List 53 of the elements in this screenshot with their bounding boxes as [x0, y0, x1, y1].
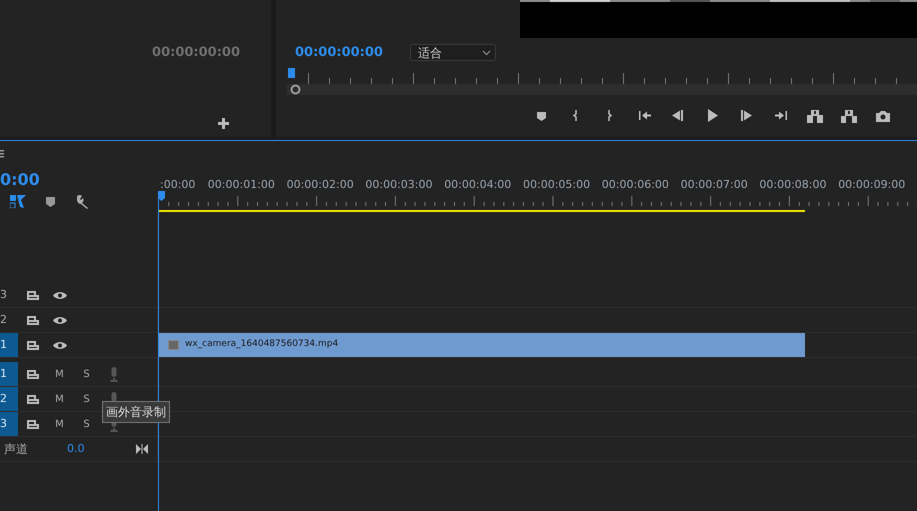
- mute-button[interactable]: M: [46, 416, 73, 432]
- mute-button[interactable]: M: [46, 366, 73, 382]
- track-label[interactable]: 2: [0, 308, 18, 332]
- time-label: 00:00:02:00: [286, 177, 354, 193]
- time-label: 00:00:06:00: [602, 177, 669, 193]
- sync-lock-icon[interactable]: [26, 418, 39, 430]
- solo-button[interactable]: S: [73, 391, 100, 407]
- time-label: 00:00:04:00: [444, 177, 512, 193]
- lift-icon[interactable]: [807, 108, 823, 124]
- sync-lock-icon[interactable]: [26, 314, 39, 326]
- snap-icon[interactable]: [10, 195, 26, 208]
- tooltip: 画外音录制: [102, 401, 170, 423]
- sync-lock-icon[interactable]: [26, 340, 39, 350]
- track-label[interactable]: 3: [0, 412, 18, 436]
- zoom-dropdown[interactable]: 适合: [410, 44, 496, 62]
- add-icon[interactable]: [218, 118, 228, 129]
- time-label: 00:00:07:00: [680, 177, 748, 193]
- zoom-handle-icon[interactable]: [290, 84, 301, 95]
- volume-value[interactable]: 0.0: [67, 440, 84, 458]
- track-label[interactable]: 3: [0, 283, 18, 307]
- sync-lock-icon[interactable]: [26, 394, 39, 404]
- clip-name: wx_camera_1640487560734.mp4: [185, 338, 338, 352]
- eye-icon[interactable]: [52, 316, 66, 324]
- extract-icon[interactable]: [841, 108, 857, 124]
- track-label[interactable]: 1: [0, 362, 18, 386]
- marker-icon[interactable]: [46, 196, 55, 206]
- program-timecode: 00:00:00:00: [295, 44, 383, 62]
- track-label[interactable]: 2: [0, 387, 18, 411]
- source-timecode: 00:00:00:00: [152, 44, 240, 62]
- time-label: 00:00:08:00: [759, 177, 826, 193]
- eye-icon[interactable]: [52, 290, 66, 300]
- eye-icon[interactable]: [52, 340, 66, 350]
- time-label: :00:00: [160, 177, 196, 193]
- time-label: 00:00:01:00: [208, 177, 275, 193]
- playhead-icon[interactable]: [158, 191, 165, 201]
- track-name: 声道: [4, 441, 28, 458]
- camera-icon[interactable]: [875, 108, 891, 124]
- sync-lock-icon[interactable]: [26, 290, 39, 300]
- time-label: 00:00:03:00: [365, 177, 432, 193]
- mute-button[interactable]: M: [46, 391, 73, 407]
- time-label: 00:00:09:00: [838, 177, 906, 193]
- time-label: 00:00:05:00: [523, 177, 590, 193]
- caret-icon: [482, 50, 491, 56]
- wrench-icon[interactable]: [75, 194, 90, 209]
- solo-button[interactable]: S: [73, 416, 100, 432]
- video-clip[interactable]: wx_camera_1640487560734.mp4: [158, 333, 805, 357]
- sync-lock-icon[interactable]: [26, 368, 39, 380]
- collapse-icon[interactable]: [136, 444, 148, 454]
- fx-icon: [168, 340, 179, 350]
- timeline-timecode: 0:00: [0, 172, 41, 188]
- track-label[interactable]: 1: [0, 333, 18, 357]
- menu-icon[interactable]: [0, 150, 4, 158]
- solo-button[interactable]: S: [73, 366, 100, 382]
